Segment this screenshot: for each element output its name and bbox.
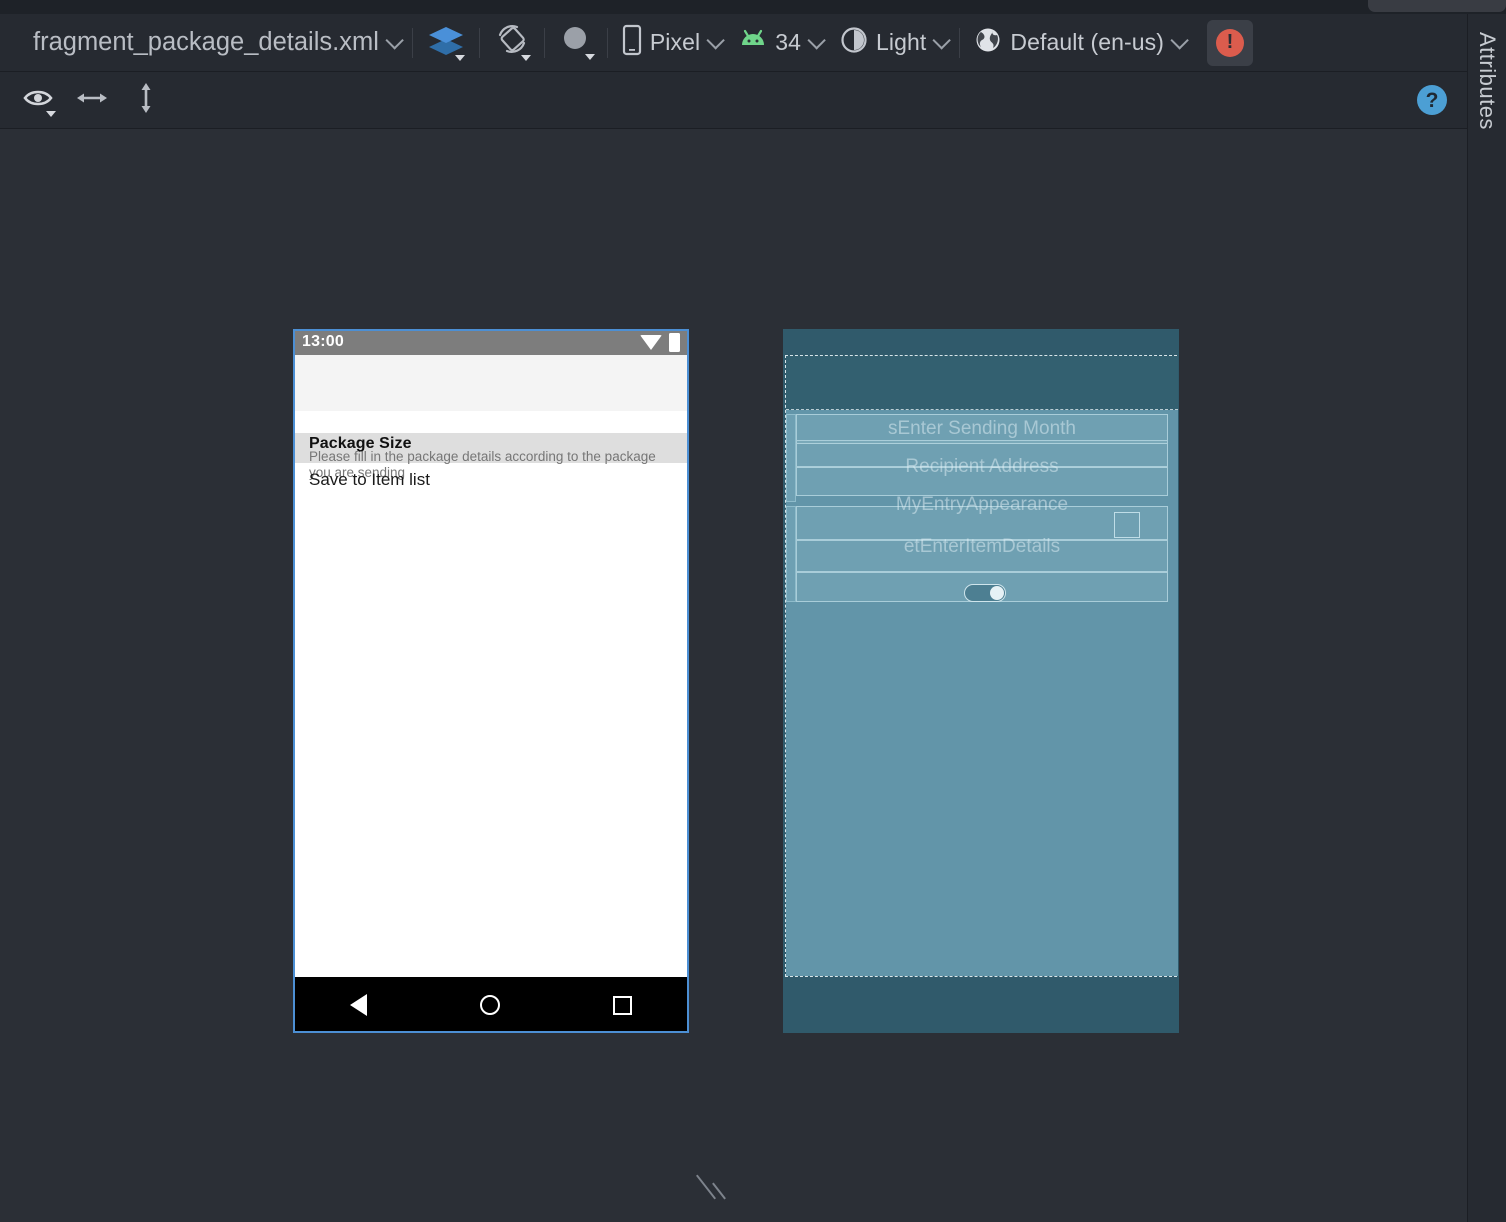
blueprint-view-label: MyEntryAppearance	[895, 494, 1069, 515]
android-robot-icon	[738, 28, 768, 57]
error-exclamation-icon: !	[1216, 28, 1245, 57]
design-surface-layers-button[interactable]	[417, 24, 475, 62]
app-bar-region	[293, 355, 689, 411]
night-mode-appearance-button[interactable]	[549, 24, 603, 62]
chevron-down-icon	[1170, 31, 1189, 50]
attributes-panel-rail[interactable]: Attributes	[1467, 14, 1506, 1222]
device-label: Pixel	[649, 29, 701, 55]
blueprint-body-container[interactable]: sEnter Sending Month Recipient Address M…	[786, 410, 1178, 976]
blueprint-navigation-bar	[783, 977, 1179, 1033]
chevron-down-icon	[932, 31, 952, 50]
toolbar-divider	[606, 27, 608, 58]
theme-label: Light	[876, 29, 927, 55]
blueprint-view-label: etEnterItemDetails	[903, 536, 1061, 557]
nav-back-triangle-icon[interactable]	[349, 994, 367, 1016]
chevron-down-icon	[706, 31, 726, 50]
nav-home-circle-icon[interactable]	[479, 995, 500, 1015]
status-bar-time: 13:00	[302, 333, 344, 350]
help-question-icon[interactable]: ?	[1417, 85, 1447, 115]
design-surface-layers-icon	[426, 22, 466, 63]
file-selector[interactable]: fragment_package_details.xml	[0, 24, 408, 62]
vertical-resize-arrows-icon	[135, 81, 157, 120]
view-options-toolbar: ?	[0, 72, 1467, 129]
api-level-label: 34	[775, 29, 802, 55]
globe-locale-icon	[973, 25, 1003, 60]
api-level-selector[interactable]: 34	[729, 24, 830, 62]
blueprint-switch-icon[interactable]	[964, 584, 1006, 602]
diagonal-resize-handle-icon[interactable]	[695, 1170, 731, 1204]
wifi-signal-icon	[640, 334, 662, 350]
device-blueprint-preview[interactable]: sEnter Sending Month Recipient Address M…	[783, 329, 1179, 1033]
eye-visibility-icon	[22, 86, 56, 117]
blueprint-app-bar	[786, 356, 1178, 410]
device-orientation-button[interactable]	[484, 24, 540, 62]
save-to-item-list-label: Save to Item list	[309, 470, 430, 489]
chevron-down-icon	[807, 31, 826, 50]
nav-recents-square-icon[interactable]	[613, 995, 633, 1015]
attributes-rail-label: Attributes	[1475, 32, 1500, 130]
blueprint-view-label: sEnter Sending Month	[887, 418, 1076, 439]
chevron-down-icon	[385, 31, 404, 50]
device-navigation-bar	[293, 977, 689, 1033]
battery-full-icon	[669, 332, 680, 352]
blueprint-root-container[interactable]: sEnter Sending Month Recipient Address M…	[785, 355, 1178, 977]
device-status-bar: 13:00	[293, 329, 689, 355]
locale-selector[interactable]: Default (en-us)	[964, 24, 1193, 62]
night-mode-appearance-icon	[558, 23, 595, 62]
visibility-toggle-button[interactable]	[18, 80, 58, 120]
contrast-half-circle-icon	[839, 25, 869, 60]
toolbar-divider	[411, 27, 413, 58]
toolbar-divider	[478, 27, 480, 58]
status-bar-icons	[640, 332, 680, 352]
editor-tab-pill[interactable]	[1368, 0, 1506, 12]
blueprint-status-bar	[783, 329, 1179, 355]
width-constraint-button[interactable]	[72, 80, 112, 120]
issue-notification-button[interactable]: !	[1207, 19, 1254, 66]
design-surface[interactable]: 13:00 Package Size Please fill in the pa…	[0, 129, 1467, 1222]
toolbar-divider	[959, 27, 961, 58]
phone-device-icon	[621, 24, 643, 61]
device-selector[interactable]: Pixel	[612, 24, 729, 62]
app-content-canvas[interactable]: Package Size Please fill in the package …	[293, 355, 689, 977]
horizontal-resize-arrows-icon	[75, 87, 109, 114]
editor-tab-strip	[0, 0, 1506, 14]
locale-label: Default (en-us)	[1010, 29, 1165, 55]
height-constraint-button[interactable]	[126, 80, 166, 120]
package-size-heading: Package Size	[309, 435, 412, 452]
blueprint-view-label: Recipient Address	[905, 456, 1059, 477]
device-render-preview[interactable]: 13:00 Package Size Please fill in the pa…	[293, 329, 689, 1033]
file-name-label: fragment_package_details.xml	[33, 28, 379, 56]
view-options-group	[0, 80, 166, 120]
toolbar-divider	[543, 27, 545, 58]
configuration-toolbar: fragment_package_details.xml Pixel 34 Li…	[0, 14, 1467, 72]
device-orientation-rotate-icon	[493, 22, 531, 63]
theme-selector[interactable]: Light	[830, 24, 955, 62]
